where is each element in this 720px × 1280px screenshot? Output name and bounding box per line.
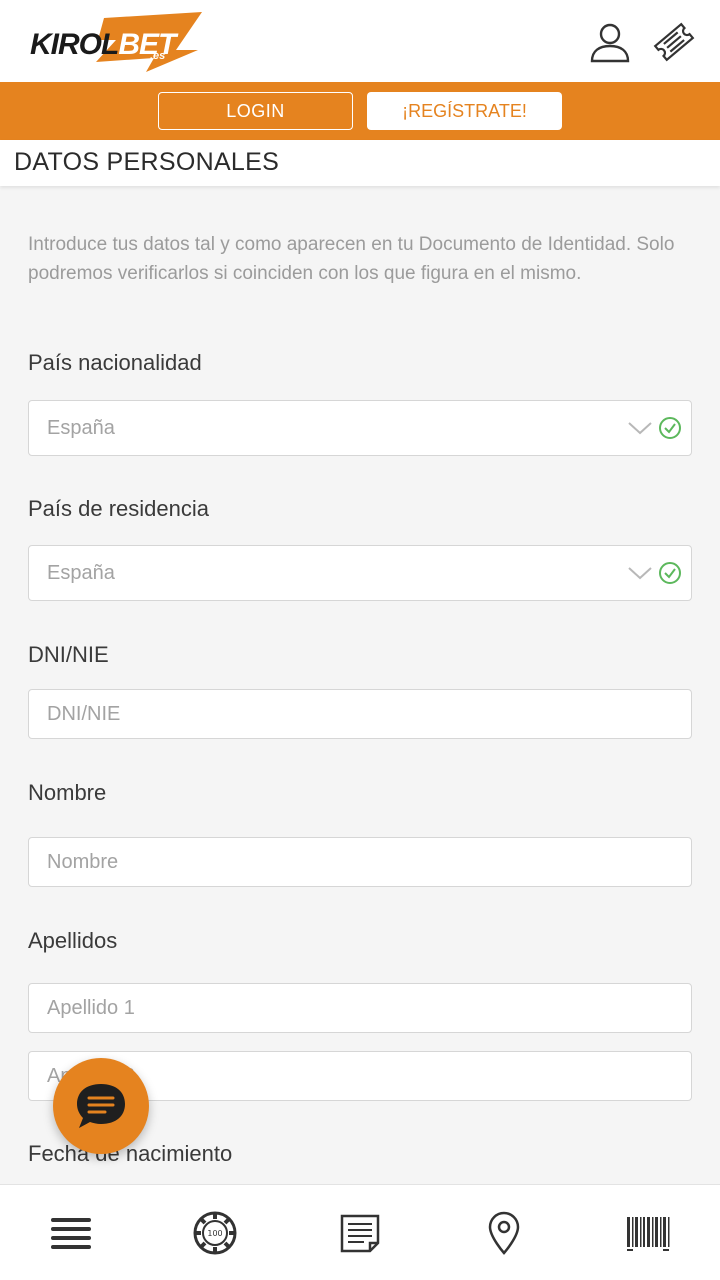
logo-suffix: .es bbox=[150, 50, 166, 62]
kirolbet-logo[interactable]: KIROLBET .es bbox=[26, 10, 206, 74]
page-title: DATOS PERSONALES bbox=[14, 148, 280, 176]
dni-input[interactable]: DNI/NIE bbox=[28, 689, 692, 739]
location-icon[interactable] bbox=[478, 1209, 530, 1257]
nationality-select[interactable]: España bbox=[28, 400, 692, 456]
register-button[interactable]: ¡REGÍSTRATE! bbox=[367, 92, 562, 130]
residence-select[interactable]: España bbox=[28, 545, 692, 601]
check-circle-icon bbox=[659, 417, 681, 439]
surnames-label: Apellidos bbox=[28, 928, 118, 953]
svg-text:100: 100 bbox=[207, 1229, 222, 1238]
chevron-down-icon bbox=[628, 422, 652, 435]
chat-bubble-icon bbox=[77, 1084, 125, 1128]
bottom-navigation: 100 bbox=[0, 1184, 720, 1280]
check-circle-icon bbox=[659, 562, 681, 584]
app-root: KIROLBET .es LOGIN ¡REGÍSTRATE! DATOS PE… bbox=[0, 0, 720, 1280]
menu-icon[interactable] bbox=[45, 1209, 97, 1257]
residence-label: País de residencia bbox=[28, 496, 209, 521]
auth-bar: LOGIN ¡REGÍSTRATE! bbox=[0, 82, 720, 140]
nationality-label: País nacionalidad bbox=[28, 350, 202, 375]
top-header: KIROLBET .es bbox=[0, 0, 720, 82]
chat-button[interactable] bbox=[53, 1058, 149, 1154]
personal-data-form: Introduce tus datos tal y como aparecen … bbox=[0, 186, 720, 1186]
chevron-down-icon bbox=[628, 567, 652, 580]
nationality-value: España bbox=[47, 416, 115, 439]
surname1-input[interactable]: Apellido 1 bbox=[28, 983, 692, 1033]
barcode-icon[interactable] bbox=[622, 1209, 674, 1257]
ticket-icon[interactable] bbox=[650, 18, 698, 66]
login-button[interactable]: LOGIN bbox=[158, 92, 353, 130]
residence-value: España bbox=[47, 561, 115, 584]
betslip-icon[interactable] bbox=[334, 1209, 386, 1257]
form-intro-text: Introduce tus datos tal y como aparecen … bbox=[28, 234, 675, 284]
name-input[interactable]: Nombre bbox=[28, 837, 692, 887]
name-label: Nombre bbox=[28, 780, 107, 805]
user-icon[interactable] bbox=[586, 18, 634, 66]
dni-label: DNI/NIE bbox=[28, 642, 109, 667]
birthdate-label: Fecha de nacimiento bbox=[28, 1141, 233, 1166]
casino-chip-icon[interactable]: 100 bbox=[189, 1209, 241, 1257]
section-header: DATOS PERSONALES bbox=[0, 140, 720, 186]
